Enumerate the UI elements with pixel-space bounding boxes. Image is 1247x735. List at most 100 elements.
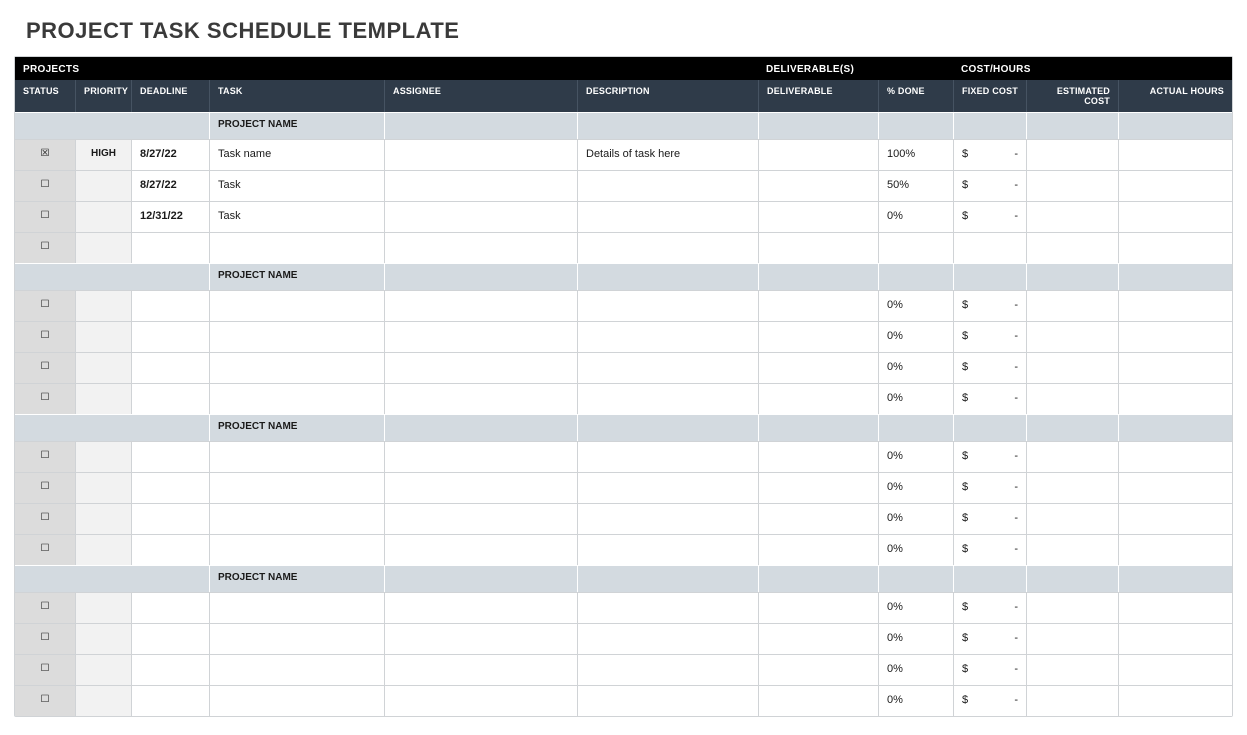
actual-hours-cell[interactable] — [1118, 202, 1232, 232]
deliverable-cell[interactable] — [758, 504, 878, 534]
fixed-cost-cell[interactable]: $- — [953, 322, 1026, 352]
est-cost-cell[interactable] — [1026, 171, 1118, 201]
deliverable-cell[interactable] — [758, 233, 878, 263]
pct-done-cell[interactable]: 0% — [878, 291, 953, 321]
pct-done-cell[interactable]: 0% — [878, 504, 953, 534]
deliverable-cell[interactable] — [758, 624, 878, 654]
deliverable-cell[interactable] — [758, 140, 878, 170]
priority-cell[interactable] — [75, 504, 131, 534]
actual-hours-cell[interactable] — [1118, 291, 1232, 321]
deadline-cell[interactable]: 8/27/22 — [131, 171, 209, 201]
actual-hours-cell[interactable] — [1118, 140, 1232, 170]
est-cost-cell[interactable] — [1026, 624, 1118, 654]
description-cell[interactable] — [577, 384, 758, 414]
assignee-cell[interactable] — [384, 233, 577, 263]
status-checkbox[interactable]: ☐ — [15, 504, 75, 534]
assignee-cell[interactable] — [384, 473, 577, 503]
deadline-cell[interactable] — [131, 473, 209, 503]
fixed-cost-cell[interactable]: $- — [953, 473, 1026, 503]
fixed-cost-cell[interactable]: $- — [953, 353, 1026, 383]
assignee-cell[interactable] — [384, 202, 577, 232]
task-cell[interactable] — [209, 535, 384, 565]
est-cost-cell[interactable] — [1026, 593, 1118, 623]
status-checkbox[interactable]: ☐ — [15, 593, 75, 623]
description-cell[interactable] — [577, 504, 758, 534]
est-cost-cell[interactable] — [1026, 384, 1118, 414]
priority-cell[interactable] — [75, 202, 131, 232]
deadline-cell[interactable] — [131, 384, 209, 414]
fixed-cost-cell[interactable]: $- — [953, 593, 1026, 623]
description-cell[interactable] — [577, 322, 758, 352]
deadline-cell[interactable] — [131, 442, 209, 472]
task-cell[interactable] — [209, 233, 384, 263]
fixed-cost-cell[interactable]: $- — [953, 202, 1026, 232]
est-cost-cell[interactable] — [1026, 473, 1118, 503]
deadline-cell[interactable] — [131, 353, 209, 383]
est-cost-cell[interactable] — [1026, 233, 1118, 263]
assignee-cell[interactable] — [384, 384, 577, 414]
priority-cell[interactable] — [75, 291, 131, 321]
pct-done-cell[interactable]: 0% — [878, 353, 953, 383]
deadline-cell[interactable]: 8/27/22 — [131, 140, 209, 170]
description-cell[interactable] — [577, 655, 758, 685]
deliverable-cell[interactable] — [758, 442, 878, 472]
task-cell[interactable] — [209, 655, 384, 685]
actual-hours-cell[interactable] — [1118, 171, 1232, 201]
assignee-cell[interactable] — [384, 504, 577, 534]
deadline-cell[interactable] — [131, 624, 209, 654]
deadline-cell[interactable] — [131, 655, 209, 685]
task-cell[interactable] — [209, 473, 384, 503]
pct-done-cell[interactable]: 0% — [878, 655, 953, 685]
deliverable-cell[interactable] — [758, 353, 878, 383]
status-checkbox[interactable]: ☐ — [15, 233, 75, 263]
description-cell[interactable] — [577, 535, 758, 565]
est-cost-cell[interactable] — [1026, 535, 1118, 565]
fixed-cost-cell[interactable]: $- — [953, 624, 1026, 654]
priority-cell[interactable] — [75, 593, 131, 623]
priority-cell[interactable] — [75, 655, 131, 685]
deadline-cell[interactable] — [131, 322, 209, 352]
task-cell[interactable] — [209, 322, 384, 352]
deadline-cell[interactable]: 12/31/22 — [131, 202, 209, 232]
fixed-cost-cell[interactable]: $- — [953, 384, 1026, 414]
pct-done-cell[interactable]: 0% — [878, 322, 953, 352]
deliverable-cell[interactable] — [758, 535, 878, 565]
description-cell[interactable] — [577, 473, 758, 503]
deadline-cell[interactable] — [131, 504, 209, 534]
status-checkbox[interactable]: ☐ — [15, 384, 75, 414]
assignee-cell[interactable] — [384, 655, 577, 685]
fixed-cost-cell[interactable]: $- — [953, 140, 1026, 170]
pct-done-cell[interactable]: 0% — [878, 624, 953, 654]
task-cell[interactable]: Task — [209, 171, 384, 201]
priority-cell[interactable] — [75, 535, 131, 565]
fixed-cost-cell[interactable]: $- — [953, 442, 1026, 472]
task-cell[interactable] — [209, 384, 384, 414]
est-cost-cell[interactable] — [1026, 291, 1118, 321]
actual-hours-cell[interactable] — [1118, 655, 1232, 685]
pct-done-cell[interactable]: 0% — [878, 202, 953, 232]
deliverable-cell[interactable] — [758, 291, 878, 321]
priority-cell[interactable]: HIGH — [75, 140, 131, 170]
description-cell[interactable]: Details of task here — [577, 140, 758, 170]
deliverable-cell[interactable] — [758, 384, 878, 414]
priority-cell[interactable] — [75, 624, 131, 654]
description-cell[interactable] — [577, 442, 758, 472]
actual-hours-cell[interactable] — [1118, 593, 1232, 623]
deadline-cell[interactable] — [131, 535, 209, 565]
description-cell[interactable] — [577, 233, 758, 263]
status-checkbox[interactable]: ☐ — [15, 353, 75, 383]
assignee-cell[interactable] — [384, 291, 577, 321]
description-cell[interactable] — [577, 353, 758, 383]
assignee-cell[interactable] — [384, 535, 577, 565]
task-cell[interactable] — [209, 624, 384, 654]
task-cell[interactable] — [209, 291, 384, 321]
pct-done-cell[interactable]: 0% — [878, 384, 953, 414]
pct-done-cell[interactable]: 0% — [878, 473, 953, 503]
deliverable-cell[interactable] — [758, 171, 878, 201]
pct-done-cell[interactable] — [878, 233, 953, 263]
task-cell[interactable]: Task — [209, 202, 384, 232]
assignee-cell[interactable] — [384, 140, 577, 170]
task-cell[interactable] — [209, 593, 384, 623]
actual-hours-cell[interactable] — [1118, 473, 1232, 503]
est-cost-cell[interactable] — [1026, 202, 1118, 232]
